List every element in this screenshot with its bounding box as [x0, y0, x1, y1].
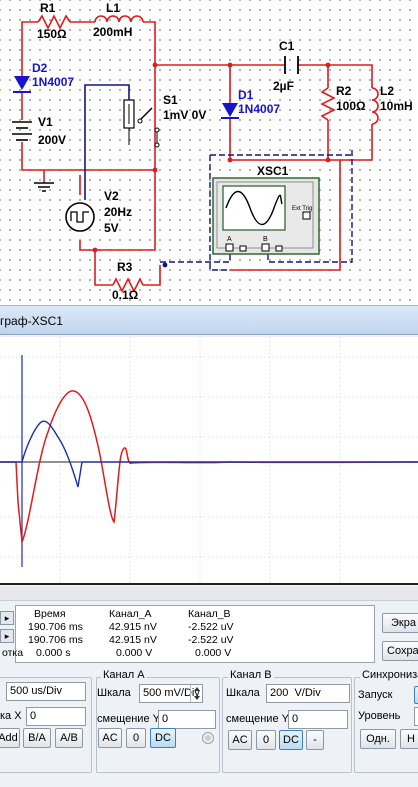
r2-resistor [320, 87, 336, 121]
r1-ref: R1 [40, 1, 56, 15]
channel-a-trace [0, 390, 418, 543]
trigger-single-button[interactable]: Одн. [360, 729, 396, 749]
v1-ref: V1 [38, 115, 53, 129]
v2-ref: V2 [104, 189, 119, 203]
d1-model: 1N4007 [238, 102, 280, 116]
horizontal-scrollbar[interactable] [0, 587, 418, 601]
channel-b-offset-field[interactable]: 0 [288, 710, 348, 729]
cursor2-arrow-icon[interactable]: ▸ [0, 629, 14, 643]
d2-diode [13, 60, 31, 93]
xsc1-ext-trig-label: Ext Trig [292, 206, 312, 212]
channel-a-radio[interactable] [202, 732, 214, 744]
r2-value: 100Ω [336, 99, 366, 113]
cursor-readout: ▸ ▸ Время Канал_A Канал_B 190.706 ms 42.… [0, 605, 418, 667]
l1-value: 200mH [93, 25, 132, 39]
c1-value: 2µF [273, 79, 294, 93]
r3-value: 0.1Ω [112, 288, 139, 302]
s1-value: 1mV 0V [163, 108, 206, 122]
channel-b-zero-button[interactable]: 0 [256, 730, 276, 750]
row3-ch-b: 0.000 V [195, 647, 232, 659]
circuit-diagram: R1 150Ω L1 200mH D2 1N4007 V1 200V C1 2µ… [12, 1, 413, 302]
trigger-level-field[interactable] [414, 707, 418, 726]
channel-b-ac-button[interactable]: AC [228, 730, 252, 750]
r2-ref: R2 [336, 84, 352, 98]
b-over-a-button[interactable]: B/A [23, 728, 51, 748]
trigger-title: Синхрониза [360, 669, 418, 681]
r3-ref: R3 [117, 260, 133, 274]
channel-b-title: Канал B [228, 669, 274, 681]
v2-freq: 20Hz [104, 205, 132, 219]
v2-amp: 5V [104, 221, 119, 235]
channel-a-scale-field[interactable]: 500 mV/Div [139, 684, 203, 703]
header-time: Время [34, 608, 66, 620]
l2-inductor [371, 87, 379, 125]
header-ch-a: Канал_A [109, 608, 152, 620]
row2-ch-a: 42.915 nV [109, 634, 157, 646]
channel-b-trace [0, 420, 418, 488]
l2-value: 10mH [380, 99, 413, 113]
window-title: граф-XSC1 [0, 314, 63, 328]
schematic-canvas[interactable]: R1 150Ω L1 200mH D2 1N4007 V1 200V C1 2µ… [0, 0, 418, 305]
channel-a-scale-label: Шкала [97, 687, 131, 699]
trigger-level-label: Уровень [358, 710, 401, 722]
channel-a-ac-button[interactable]: AC [98, 728, 122, 748]
window-titlebar[interactable]: граф-XSC1 [0, 305, 418, 335]
row1-ch-b: -2.522 uV [188, 621, 234, 633]
v1-value: 200V [38, 133, 66, 147]
a-over-b-button[interactable]: A/B [55, 728, 83, 748]
r1-value: 150Ω [37, 27, 67, 41]
row3-ch-a: 0.000 V [116, 647, 153, 659]
d2-model: 1N4007 [32, 75, 74, 89]
channel-a-title: Канал A [101, 669, 147, 681]
trigger-edge-button[interactable] [414, 686, 418, 704]
channel-a-offset-field[interactable]: 0 [158, 710, 216, 729]
scope-traces [0, 337, 418, 583]
timebase-scale-field[interactable]: 500 us/Div [6, 682, 86, 701]
channel-b-scale-label: Шкала [226, 687, 260, 699]
d1-ref: D1 [238, 88, 254, 102]
channel-a-zero-button[interactable]: 0 [126, 728, 146, 748]
xsc1-ch-a-label: A [227, 236, 232, 243]
save-button[interactable]: Сохра [382, 641, 418, 661]
cursor1-arrow-icon[interactable]: ▸ [0, 611, 14, 625]
row1-time: 190.706 ms [28, 621, 83, 633]
d2-ref: D2 [32, 61, 48, 75]
l1-ref: L1 [106, 1, 120, 15]
v1-battery [12, 121, 32, 141]
s1-relay [84, 84, 160, 200]
row3-time: 0.000 s [36, 647, 71, 659]
channel-b-minus-button[interactable]: - [306, 730, 324, 750]
readout-table: Время Канал_A Канал_B 190.706 ms 42.915 … [2, 605, 375, 663]
channel-a-offset-label: смещение Y [97, 713, 160, 725]
channel-b-offset-label: смещение Y [226, 713, 289, 725]
c1-ref: C1 [279, 39, 295, 53]
s1-ref: S1 [163, 93, 178, 107]
header-ch-b: Канал_B [188, 608, 231, 620]
channel-b-scale-field[interactable]: 200 V/Div [266, 684, 350, 703]
xsc1-ref: XSC1 [257, 164, 289, 178]
c1-capacitor [284, 56, 299, 74]
row2-ch-b: -2.522 uV [188, 634, 234, 646]
channel-a-dc-button[interactable]: DC [150, 728, 176, 748]
row2-time: 190.706 ms [28, 634, 83, 646]
oscilloscope-window: граф-XSC1 ▸ ▸ Время Канал_A Канал_B 190.… [0, 305, 418, 787]
invert-button[interactable]: Экра [382, 613, 418, 633]
spinner-icon[interactable] [190, 685, 202, 702]
channel-b-dc-button[interactable]: DC [279, 730, 303, 750]
ground-icon [34, 182, 54, 192]
add-button[interactable]: Add [0, 728, 20, 748]
scope-screen[interactable] [0, 337, 418, 585]
row3-label: отка [2, 647, 24, 659]
timebase-xpos-label: ка X [0, 710, 22, 722]
timebase-xpos-field[interactable]: 0 [26, 707, 86, 726]
row1-ch-a: 42.915 nV [109, 621, 157, 633]
trigger-edge-label: Запуск [358, 689, 393, 701]
xsc1-ch-b-label: B [263, 236, 268, 243]
d1-diode [221, 96, 239, 119]
v2-source [65, 202, 95, 232]
trigger-normal-button[interactable]: Н [400, 729, 418, 749]
l1-inductor [94, 15, 144, 23]
l2-ref: L2 [380, 84, 394, 98]
